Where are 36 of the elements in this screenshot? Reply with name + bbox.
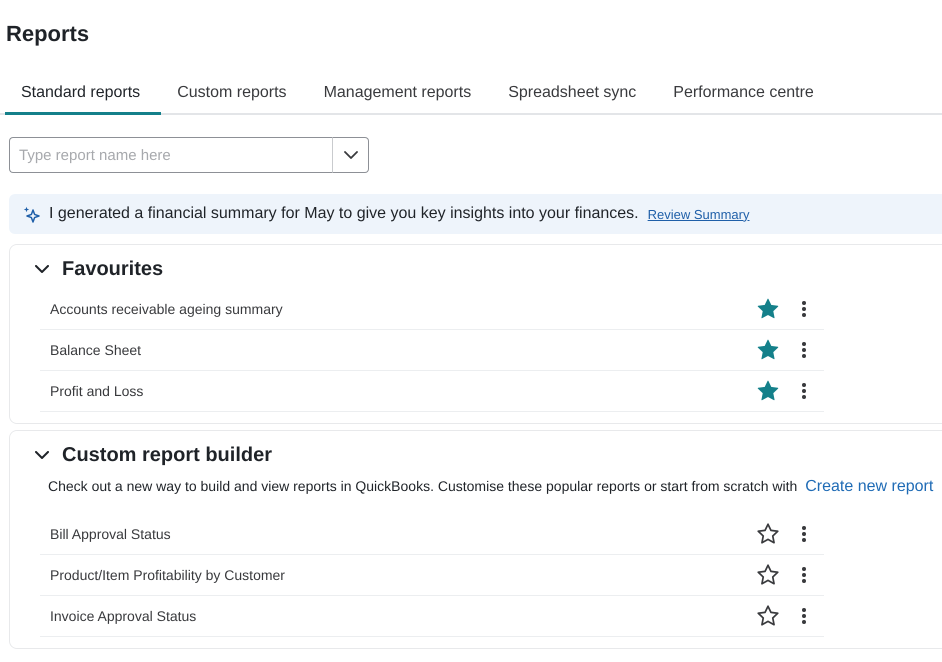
banner-text: I generated a financial summary for May to give you key insights into your finances. — [49, 205, 639, 223]
section-title: Favourites — [62, 257, 164, 282]
report-name[interactable]: Accounts receivable ageing summary — [50, 301, 283, 317]
review-summary-link[interactable]: Review Summary — [648, 206, 750, 222]
tab[interactable]: Standard reports — [5, 70, 162, 115]
chevron-down-icon — [344, 151, 358, 159]
section-title: Custom report builder — [62, 443, 272, 468]
chevron-down-icon[interactable] — [35, 451, 49, 459]
report-name[interactable]: Invoice Approval Status — [50, 608, 196, 624]
search-field[interactable]: Type report name here — [9, 137, 333, 173]
tab[interactable]: Performance centre — [657, 70, 835, 115]
dropdown-button[interactable] — [333, 137, 369, 173]
kebab-menu-icon[interactable] — [802, 608, 806, 624]
filled-star-icon[interactable] — [757, 298, 779, 320]
kebab-menu-icon[interactable] — [802, 301, 806, 317]
star-outline-icon[interactable] — [757, 523, 779, 545]
star-outline-icon[interactable] — [757, 564, 779, 586]
report-name[interactable]: Bill Approval Status — [50, 526, 171, 542]
report-name[interactable]: Balance Sheet — [50, 342, 142, 358]
filled-star-icon[interactable] — [757, 339, 779, 361]
filled-star-icon[interactable] — [757, 380, 779, 402]
create-report-link[interactable]: Create new report — [805, 478, 934, 495]
tab[interactable]: Custom reports — [161, 70, 308, 115]
kebab-menu-icon[interactable] — [802, 567, 806, 583]
page-title: Reports — [5, 20, 90, 48]
report-name[interactable]: Product/Item Profitability by Customer — [50, 567, 285, 583]
report-name[interactable]: Profit and Loss — [50, 383, 144, 399]
kebab-menu-icon[interactable] — [802, 383, 806, 399]
kebab-menu-icon[interactable] — [802, 526, 806, 542]
sparkle-icon — [23, 206, 40, 222]
star-outline-icon[interactable] — [757, 605, 779, 627]
tab[interactable]: Management reports — [308, 70, 492, 115]
section-description: Check out a new way to build and view reports in QuickBooks. Customise these popular reports or start from scratch with Create new report — [48, 477, 934, 497]
tab[interactable]: Spreadsheet sync — [492, 70, 658, 115]
chevron-down-icon[interactable] — [35, 265, 49, 273]
kebab-menu-icon[interactable] — [802, 342, 806, 358]
